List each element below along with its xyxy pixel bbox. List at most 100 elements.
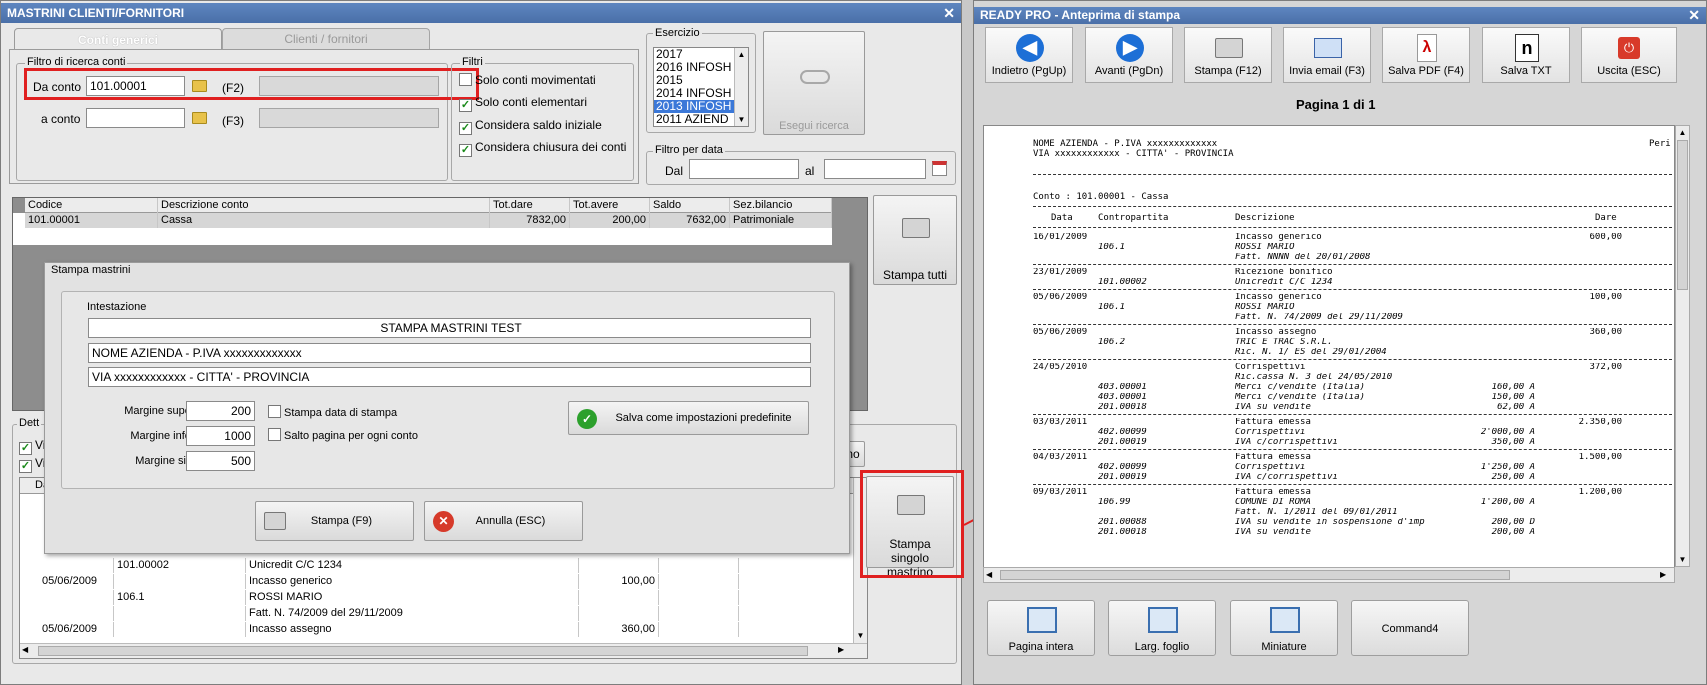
detail-cell xyxy=(20,558,114,573)
tab-clienti-fornitori[interactable]: Clienti / fornitori xyxy=(222,28,430,49)
preview-hscrollbar[interactable]: ◀ ▶ xyxy=(983,567,1675,583)
full-page-button[interactable]: Pagina intera xyxy=(987,600,1095,656)
cell-totavere: 200,00 xyxy=(570,213,650,228)
list-scrollbar[interactable]: ▲ ▼ xyxy=(734,48,748,126)
close-icon[interactable]: ✕ xyxy=(943,3,955,23)
checkmark-icon: ✓ xyxy=(459,99,472,112)
preview-entry-cell: 106.1 xyxy=(1098,243,1126,252)
to-account-input[interactable] xyxy=(86,108,185,128)
header-totavere[interactable]: Tot.avere xyxy=(570,198,650,213)
scroll-thumb[interactable] xyxy=(38,646,808,656)
scroll-left-icon[interactable]: ◀ xyxy=(22,645,28,654)
preview-separator xyxy=(1033,227,1672,228)
scroll-up-icon[interactable]: ▲ xyxy=(1676,126,1689,139)
preview-col-contropartita: Contropartita xyxy=(1098,213,1169,223)
preview-entry-cell: 1.500,00 xyxy=(1578,453,1622,462)
preview-entry-cell: 03/03/2011 xyxy=(1033,418,1088,427)
table-row[interactable]: 106.1 ROSSI MARIO xyxy=(20,590,855,605)
table-row[interactable]: Fatt. N. 74/2009 del 29/11/2009 xyxy=(20,606,855,621)
header-totdare[interactable]: Tot.dare xyxy=(490,198,570,213)
arrow-left-icon: ◀ xyxy=(1016,34,1044,62)
filter-checkbox-saldo[interactable]: ✓ Considera saldo iniziale xyxy=(459,118,602,135)
back-button[interactable]: ◀ Indietro (PgUp) xyxy=(985,27,1073,83)
detail-cell: 05/06/2009 xyxy=(20,622,114,637)
page-break-checkbox[interactable]: Salto pagina per ogni conto xyxy=(268,428,418,442)
header-codice[interactable]: Codice xyxy=(25,198,158,213)
scroll-up-icon[interactable]: ▲ xyxy=(735,48,748,61)
detail-cell: 100,00 xyxy=(579,574,659,589)
exit-button[interactable]: ⏻ Uscita (ESC) xyxy=(1581,27,1677,83)
scroll-thumb[interactable] xyxy=(1000,570,1510,580)
header-saldo[interactable]: Saldo xyxy=(650,198,730,213)
margin-left-input[interactable]: 500 xyxy=(186,451,255,471)
highlight-box xyxy=(24,68,479,100)
cancel-button[interactable]: ✕ Annulla (ESC) xyxy=(424,501,583,541)
checkmark-icon: ✓ xyxy=(19,460,32,473)
thumbnails-button[interactable]: Miniature xyxy=(1230,600,1338,656)
printer-icon xyxy=(1215,38,1243,58)
scroll-down-icon[interactable]: ▼ xyxy=(735,113,748,126)
preview-entry-cell: Fatt. N. 74/2009 del 29/11/2009 xyxy=(1235,313,1403,322)
scroll-right-icon[interactable]: ▶ xyxy=(1660,570,1666,579)
table-row[interactable]: 05/06/2009 Incasso generico 100,00 xyxy=(20,574,855,589)
search-button-label: Esegui ricerca xyxy=(779,120,849,132)
preview-separator xyxy=(1033,289,1672,290)
header-line-3-input[interactable]: VIA xxxxxxxxxxxx - CITTA' - PROVINCIA xyxy=(88,367,811,387)
scroll-down-icon[interactable]: ▼ xyxy=(1676,553,1689,566)
detail-cell: Incasso assegno xyxy=(246,622,579,637)
filter-label: Solo conti movimentati xyxy=(475,73,596,87)
print-all-button[interactable]: Stampa tutti xyxy=(873,195,957,285)
close-icon[interactable]: ✕ xyxy=(1688,7,1700,24)
preview-vscrollbar[interactable]: ▲ ▼ xyxy=(1675,125,1690,567)
command4-button[interactable]: Command4 xyxy=(1351,600,1469,656)
detail-cell: Fatt. N. 74/2009 del 29/11/2009 xyxy=(246,606,579,621)
filter-checkbox-elementari[interactable]: ✓ Solo conti elementari xyxy=(459,95,587,112)
scroll-thumb[interactable] xyxy=(1677,140,1688,290)
preview-entry-cell: 360,00 xyxy=(1589,328,1622,337)
header-descrizione[interactable]: Descrizione conto xyxy=(158,198,490,213)
scroll-right-icon[interactable]: ▶ xyxy=(838,645,844,654)
margin-bottom-input[interactable]: 1000 xyxy=(186,426,255,446)
header-line-2-input[interactable]: NOME AZIENDA - P.IVA xxxxxxxxxxxxx xyxy=(88,343,811,363)
print-label: Stampa (F12) xyxy=(1194,65,1262,77)
send-email-button[interactable]: Invia email (F3) xyxy=(1283,27,1371,83)
header-sezbilancio[interactable]: Sez.bilancio xyxy=(730,198,832,213)
scroll-left-icon[interactable]: ◀ xyxy=(986,570,992,579)
calendar-icon[interactable] xyxy=(932,161,947,176)
filter-checkbox-chiusura[interactable]: ✓ Considera chiusura dei conti xyxy=(459,140,626,157)
preview-col-dare: Dare xyxy=(1595,213,1617,223)
search-button[interactable]: Esegui ricerca xyxy=(763,31,865,135)
print-button[interactable]: Stampa (F9) xyxy=(255,501,414,541)
notepad-icon: n xyxy=(1515,34,1539,62)
envelope-icon xyxy=(1314,38,1342,58)
tab-conti-generici[interactable]: Conti generici xyxy=(14,28,222,50)
table-row[interactable]: 101.00001 Cassa 7832,00 200,00 7632,00 P… xyxy=(25,213,832,228)
detail-hscrollbar[interactable]: ◀ ▶ xyxy=(20,643,867,658)
preview-period-fragment: Peri xyxy=(1649,139,1671,149)
page-view-icon xyxy=(1027,607,1057,633)
print-preview-button[interactable]: Stampa (F12) xyxy=(1184,27,1272,83)
checkbox-box xyxy=(268,428,281,441)
table-row[interactable]: 05/06/2009 Incasso assegno 360,00 xyxy=(20,622,855,637)
preview-entry-cell: 24/05/2010 xyxy=(1033,363,1088,372)
preview-entry-cell: Corrispettivi xyxy=(1235,428,1306,437)
preview-entry-cell: Incasso generico xyxy=(1235,233,1322,242)
forward-button[interactable]: ▶ Avanti (PgDn) xyxy=(1085,27,1173,83)
preview-entry-cell: IVA c/corrispettivi xyxy=(1235,438,1338,447)
preview-entry-cell: 201.00088 xyxy=(1098,518,1147,527)
thumbnails-icon xyxy=(1270,607,1300,633)
print-date-checkbox[interactable]: Stampa data di stampa xyxy=(268,405,397,419)
folder-icon[interactable] xyxy=(192,112,207,124)
header-line-1-input[interactable]: STAMPA MASTRINI TEST xyxy=(88,318,811,338)
margin-top-input[interactable]: 200 xyxy=(186,401,255,421)
filter-checkbox-movimentati[interactable]: Solo conti movimentati xyxy=(459,73,596,87)
page-width-button[interactable]: Larg. foglio xyxy=(1108,600,1216,656)
save-defaults-button[interactable]: ✓ Salva come impostazioni predefinite xyxy=(568,401,809,435)
date-to-input[interactable] xyxy=(824,159,926,179)
save-txt-button[interactable]: n Salva TXT xyxy=(1482,27,1570,83)
save-pdf-button[interactable]: λ Salva PDF (F4) xyxy=(1382,27,1470,83)
check-circle-icon: ✓ xyxy=(577,409,597,429)
table-row[interactable]: 101.00002 Unicredit C/C 1234 xyxy=(20,558,855,573)
esercizio-list[interactable]: 2017 2016 INFOSH 2015 2014 INFOSH 2013 I… xyxy=(653,47,749,127)
date-from-input[interactable] xyxy=(689,159,799,179)
